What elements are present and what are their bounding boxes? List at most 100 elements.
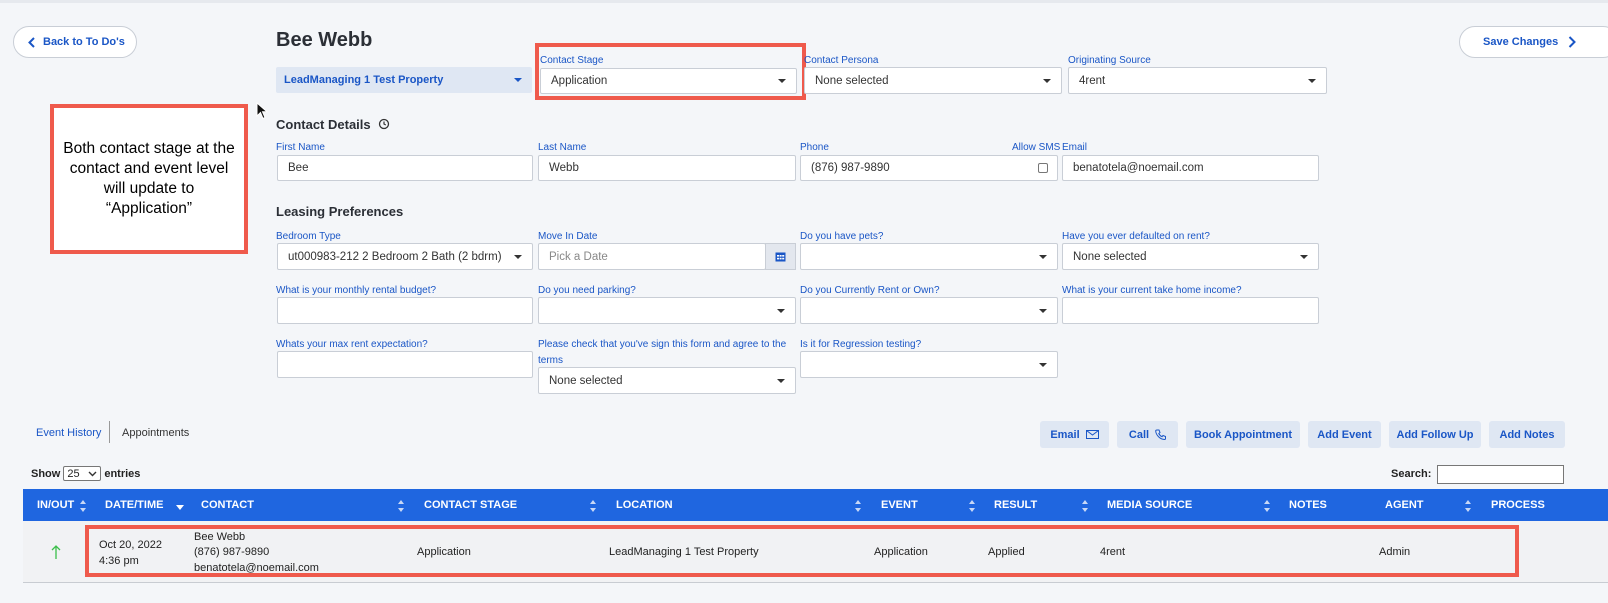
bedroom-type-label: Bedroom Type: [276, 231, 341, 242]
defaulted-select[interactable]: None selected: [1062, 243, 1319, 270]
pets-label: Do you have pets?: [800, 231, 884, 242]
email-field[interactable]: benatotela@noemail.com: [1062, 155, 1319, 181]
terms-value: None selected: [549, 374, 623, 387]
budget-input[interactable]: [277, 297, 533, 324]
col-contact-stage[interactable]: CONTACT STAGE: [424, 489, 517, 521]
last-name-value: Webb: [549, 162, 579, 174]
history-clock-icon[interactable]: [378, 118, 390, 130]
book-appointment-button[interactable]: Book Appointment: [1186, 421, 1300, 448]
chevron-down-icon: [1039, 362, 1047, 367]
parking-select[interactable]: [538, 297, 796, 324]
chevron-down-icon: [514, 78, 522, 82]
chevron-down-icon: [1039, 254, 1047, 259]
back-label: Back to To Do's: [43, 36, 125, 48]
terms-select[interactable]: None selected: [538, 367, 796, 394]
annotation-callout: Both contact stage at the contact and ev…: [50, 104, 248, 254]
col-in-out[interactable]: IN/OUT: [37, 489, 74, 521]
col-contact[interactable]: CONTACT: [201, 489, 254, 521]
contact-persona-select[interactable]: None selected: [804, 67, 1062, 94]
defaulted-label: Have you ever defaulted on rent?: [1062, 231, 1210, 242]
bedroom-type-select[interactable]: ut000983-212 2 Bedroom 2 Bath (2 bdrm): [277, 243, 533, 270]
max-rent-input[interactable]: [277, 351, 533, 378]
save-changes-button[interactable]: Save Changes: [1459, 26, 1608, 58]
rent-own-label: Do you Currently Rent or Own?: [800, 285, 940, 296]
email-button[interactable]: Email: [1040, 421, 1109, 448]
contact-persona-label: Contact Persona: [804, 55, 879, 66]
col-location[interactable]: LOCATION: [616, 489, 673, 521]
chevron-down-icon: [778, 79, 786, 83]
calendar-button[interactable]: [765, 243, 796, 270]
search-label: Search:: [1391, 468, 1432, 480]
back-button[interactable]: Back to To Do's: [13, 26, 137, 58]
sort-icon: [398, 500, 404, 512]
allow-sms-checkbox[interactable]: [1038, 163, 1048, 173]
phone-label: Phone: [800, 142, 829, 153]
defaulted-value: None selected: [1073, 250, 1147, 263]
sort-icon: [969, 500, 975, 512]
chevron-right-icon: [1568, 36, 1577, 48]
chevron-down-icon: [777, 308, 785, 313]
inbound-arrow-icon: [51, 545, 61, 559]
contact-stage-value: Application: [551, 75, 608, 87]
contact-stage-select[interactable]: Application: [540, 68, 797, 94]
entries-label: entries: [104, 467, 141, 480]
col-date-time[interactable]: DATE/TIME: [105, 489, 163, 521]
phone-value: (876) 987-9890: [811, 162, 890, 174]
email-label: Email: [1062, 142, 1088, 153]
first-name-field[interactable]: Bee: [277, 155, 533, 181]
originating-source-select[interactable]: 4rent: [1068, 67, 1327, 94]
col-result[interactable]: RESULT: [994, 489, 1037, 521]
tab-appointments[interactable]: Appointments: [122, 427, 189, 439]
table-header: IN/OUT DATE/TIME CONTACT CONTACT STAGE L…: [23, 489, 1608, 521]
income-input[interactable]: [1062, 297, 1319, 324]
rent-own-select[interactable]: [800, 297, 1058, 324]
property-select-value: LeadManaging 1 Test Property: [284, 74, 444, 86]
entries-select-value: 25: [67, 467, 80, 480]
tab-event-history[interactable]: Event History: [36, 427, 101, 439]
chevron-down-icon: [1300, 254, 1308, 259]
email-button-label: Email: [1050, 428, 1080, 441]
move-in-date-input[interactable]: Pick a Date: [538, 243, 766, 270]
regression-select[interactable]: [800, 351, 1058, 378]
top-divider: [0, 0, 1608, 3]
save-label: Save Changes: [1483, 36, 1559, 48]
chevron-down-icon: [88, 471, 97, 476]
mouse-cursor-icon: [256, 102, 268, 120]
annotation-text: Both contact stage at the contact and ev…: [63, 140, 235, 217]
col-event[interactable]: EVENT: [881, 489, 918, 521]
table-search-input[interactable]: [1437, 465, 1564, 484]
add-notes-button[interactable]: Add Notes: [1489, 421, 1565, 448]
col-process[interactable]: PROCESS: [1491, 489, 1545, 521]
sort-icon: [590, 500, 596, 512]
last-name-field[interactable]: Webb: [538, 155, 796, 181]
originating-source-label: Originating Source: [1068, 55, 1151, 66]
contact-stage-label: Contact Stage: [540, 55, 604, 66]
property-select[interactable]: LeadManaging 1 Test Property: [276, 67, 532, 93]
contact-name-title: Bee Webb: [276, 29, 373, 51]
sort-icon: [1465, 500, 1471, 512]
chevron-left-icon: [28, 36, 35, 48]
parking-label: Do you need parking?: [538, 285, 636, 296]
phone-field[interactable]: (876) 987-9890: [800, 155, 1058, 181]
add-follow-up-button[interactable]: Add Follow Up: [1389, 421, 1481, 448]
add-event-button[interactable]: Add Event: [1308, 421, 1381, 448]
budget-label: What is your monthly rental budget?: [276, 285, 437, 296]
sort-icon: [1082, 500, 1088, 512]
col-notes[interactable]: NOTES: [1289, 489, 1327, 521]
contact-persona-value: None selected: [815, 74, 889, 87]
entries-select[interactable]: 25: [63, 466, 102, 481]
chevron-down-icon: [1043, 78, 1051, 83]
col-agent[interactable]: AGENT: [1385, 489, 1424, 521]
call-button[interactable]: Call: [1117, 421, 1178, 448]
last-name-label: Last Name: [538, 142, 587, 153]
calendar-icon: [775, 252, 786, 262]
col-media-source[interactable]: MEDIA SOURCE: [1107, 489, 1192, 521]
max-rent-label: Whats your max rent expectation?: [276, 339, 428, 350]
pets-select[interactable]: [800, 243, 1058, 270]
first-name-label: First Name: [276, 142, 325, 153]
sort-icon: [1264, 500, 1270, 512]
chevron-down-icon: [777, 378, 785, 383]
terms-label-line2: terms: [538, 355, 563, 366]
envelope-icon: [1085, 430, 1099, 439]
chevron-down-icon: [514, 254, 522, 259]
